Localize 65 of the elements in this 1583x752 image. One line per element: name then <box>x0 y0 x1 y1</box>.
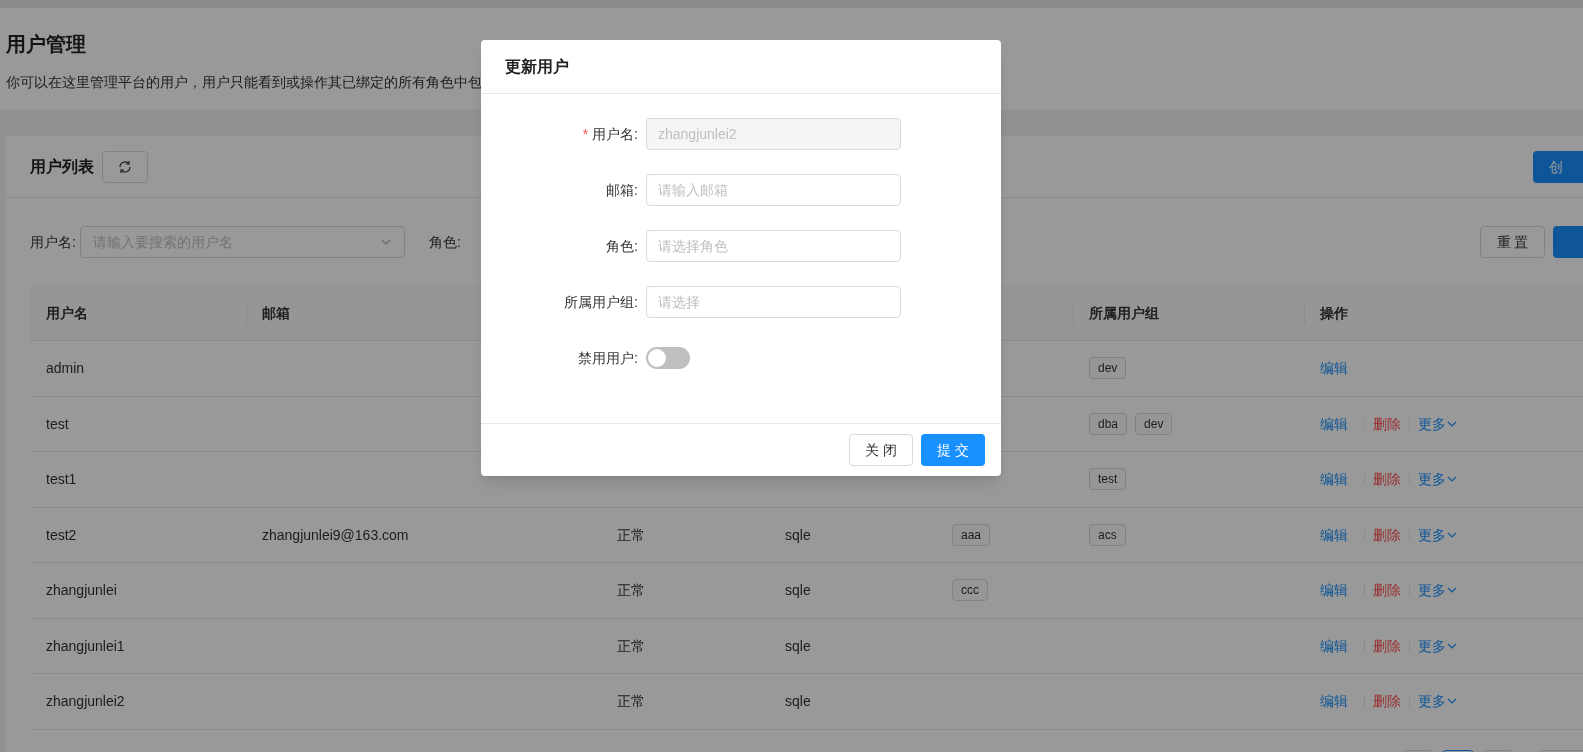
table-cell: 正常 <box>617 526 645 543</box>
create-button[interactable]: 创 <box>1533 150 1583 183</box>
field-label: 用户名: <box>592 125 638 144</box>
more-link[interactable]: 更多 <box>1418 469 1457 490</box>
text-field[interactable]: 请选择 <box>646 286 901 318</box>
dialog-title: 更新用户 <box>505 56 569 77</box>
table-cell: sqle <box>785 526 811 543</box>
column-header: 邮箱 <box>262 304 290 323</box>
field-label: 禁用用户: <box>578 349 638 368</box>
more-link[interactable]: 更多 <box>1418 580 1457 601</box>
edit-link[interactable]: 编辑 <box>1320 691 1348 712</box>
delete-link[interactable]: 删除 <box>1373 413 1401 434</box>
field-label: 邮箱: <box>606 181 638 200</box>
filter-label: 用户名: <box>30 233 76 252</box>
table-cell: test <box>46 415 69 432</box>
text-field[interactable]: 请输入邮箱 <box>646 174 901 206</box>
page-title: 用户管理 <box>6 32 87 57</box>
table-cell: zhangjunlei <box>46 582 117 599</box>
table-cell: zhangjunlei9@163.com <box>262 526 409 543</box>
column-header: 操作 <box>1320 304 1348 323</box>
close-button[interactable]: 关 闭 <box>849 434 913 466</box>
more-link[interactable]: 更多 <box>1418 691 1457 712</box>
submit-button[interactable]: 提 交 <box>921 434 985 466</box>
filter-label: 角色: <box>428 233 461 252</box>
table-cell: zhangjunlei2 <box>46 693 125 710</box>
card-title: 用户列表 <box>30 156 94 177</box>
delete-link[interactable]: 删除 <box>1373 635 1401 656</box>
tag: dev <box>1135 412 1173 435</box>
table-cell: sqle <box>785 693 811 710</box>
more-link[interactable]: 更多 <box>1418 413 1457 434</box>
reset-button[interactable]: 重 置 <box>1480 226 1545 258</box>
edit-link[interactable]: 编辑 <box>1320 358 1348 379</box>
table-cell: 正常 <box>617 637 645 654</box>
field-label: 所属用户组: <box>564 293 638 312</box>
tag: acs <box>1089 523 1126 546</box>
edit-link[interactable]: 编辑 <box>1320 469 1348 490</box>
tag: dba <box>1089 412 1128 435</box>
delete-link[interactable]: 删除 <box>1373 580 1401 601</box>
table-cell: test2 <box>46 526 77 543</box>
tag: ccc <box>952 579 988 602</box>
column-header: 所属用户组 <box>1089 304 1159 323</box>
edit-link[interactable]: 编辑 <box>1320 524 1348 545</box>
edit-link[interactable]: 编辑 <box>1320 635 1348 656</box>
table-cell: test1 <box>46 471 77 488</box>
delete-link[interactable]: 删除 <box>1373 469 1401 490</box>
field-label: 角色: <box>606 237 638 256</box>
column-header: 用户名 <box>46 304 88 323</box>
more-link[interactable]: 更多 <box>1418 635 1457 656</box>
tag: test <box>1089 468 1127 491</box>
tag: aaa <box>952 523 991 546</box>
edit-link[interactable]: 编辑 <box>1320 580 1348 601</box>
table-cell: sqle <box>785 582 811 599</box>
table-cell: sqle <box>785 637 811 654</box>
table-cell: 正常 <box>617 693 645 710</box>
table-cell: zhangjunlei1 <box>46 637 125 654</box>
edit-link[interactable]: 编辑 <box>1320 413 1348 434</box>
delete-link[interactable]: 删除 <box>1373 524 1401 545</box>
table-cell: admin <box>46 360 85 377</box>
tag: dev <box>1089 357 1127 380</box>
delete-link[interactable]: 删除 <box>1373 691 1401 712</box>
required-asterisk: * <box>582 125 589 144</box>
page-description: 你可以在这里管理平台的用户，用户只能看到或操作其已绑定的所有角色中包 <box>6 73 483 92</box>
more-link[interactable]: 更多 <box>1418 524 1457 545</box>
text-field[interactable]: 请选择角色 <box>646 230 901 262</box>
table-cell: 正常 <box>617 582 645 599</box>
